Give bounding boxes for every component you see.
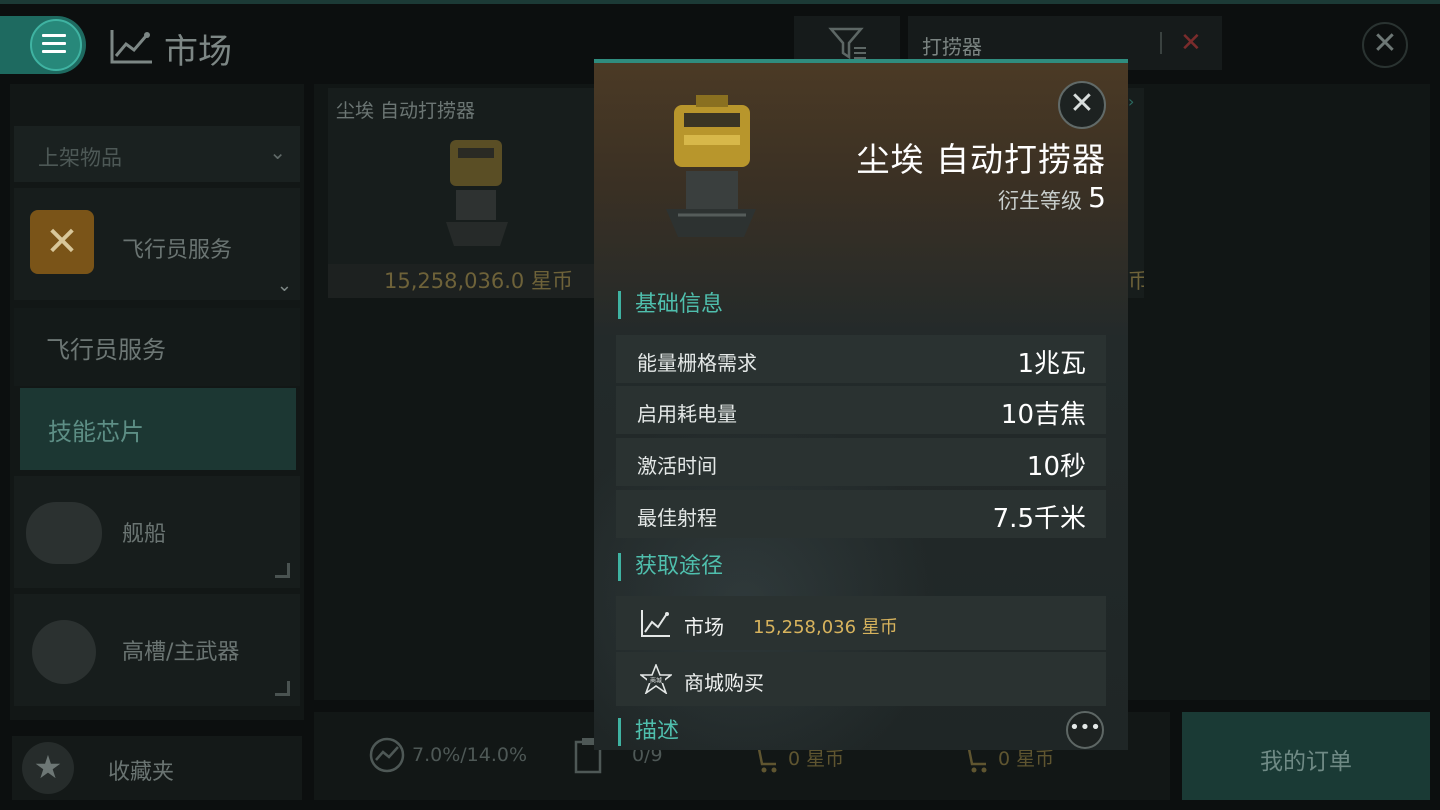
my-orders-button[interactable]: 我的订单 [1182,712,1430,800]
item-title: 尘埃 自动打捞器 [856,140,1106,179]
market-chart-icon [110,30,152,64]
chevron-down-icon: ⌄ [269,140,286,164]
attribute-value: 10吉焦 [1000,400,1086,430]
page-title: 市场 [164,32,232,72]
main-menu-button[interactable] [0,16,86,74]
top-accent-line [0,0,1440,4]
item-detail-popup: ✕ 尘埃 自动打捞器 衍生等级 5 基础信息 能量栅格需求 1兆瓦 启用耗电量 … [594,59,1128,750]
item-card-name: 尘埃 自动打捞器 [336,100,476,122]
category-sidebar: 上架物品 ⌄ ✕ 飞行员服务 ⌄ 飞行员服务 技能芯片 舰船 高槽/主武器 [10,84,304,720]
attribute-row: 能量栅格需求 1兆瓦 [616,335,1106,383]
subcategory-label: 技能芯片 [48,418,144,446]
subcategory-skill-chips[interactable]: 技能芯片 [20,388,296,470]
source-market[interactable]: 市场 15,258,036 星币 [616,596,1106,650]
attribute-row: 最佳射程 7.5千米 [616,490,1106,538]
weapon-icon [32,620,96,684]
hamburger-icon [42,34,66,58]
item-card[interactable]: 尘埃 自动打捞器 15,258,036.0 星币 [328,88,598,298]
favorites-label: 收藏夹 [108,760,175,785]
clear-search-icon[interactable]: ✕ [1180,28,1202,58]
category-ships[interactable]: 舰船 [14,476,300,588]
source-label: 商城购买 [684,671,764,695]
category-high-slot-weapons[interactable]: 高槽/主武器 [14,594,300,706]
subcategory-pilot-services[interactable]: 飞行员服务 [14,308,300,386]
more-options-button[interactable]: ••• [1066,711,1104,749]
section-description: 描述 [618,718,679,746]
attribute-value: 7.5千米 [992,504,1086,534]
source-shop[interactable]: 商城 商城购买 [616,652,1106,706]
search-input-value: 打捞器 [922,35,982,59]
attribute-row: 启用耗电量 10吉焦 [616,386,1106,434]
section-basic-info: 基础信息 [618,291,723,319]
pilot-services-icon: ✕ [30,210,94,274]
chevron-down-icon: ⌄ [276,275,292,296]
dropdown-selected-label: 上架物品 [38,146,122,170]
source-price: 15,258,036 星币 [753,617,898,638]
category-label: 舰船 [122,522,167,547]
close-market-button[interactable]: ✕ [1362,22,1408,68]
source-label: 市场 [684,615,724,639]
attribute-value: 1兆瓦 [1017,349,1086,379]
attribute-value: 10秒 [1026,452,1086,482]
item-card-partial[interactable]: › 币 [1128,88,1144,298]
salvager-module-icon [446,140,508,246]
star-icon: ★ [22,742,74,794]
chevron-right-icon: › [1128,92,1135,111]
attribute-row: 激活时间 10秒 [616,438,1106,486]
ship-icon [26,502,102,564]
tax-chart-icon [369,737,405,773]
my-orders-label: 我的订单 [1260,749,1352,775]
search-divider [1160,32,1162,54]
category-pilot-services[interactable]: ✕ 飞行员服务 ⌄ [14,188,300,300]
item-card-price: 15,258,036.0 星币 [328,264,598,298]
salvager-module-icon [666,95,756,237]
attribute-name: 能量栅格需求 [637,351,757,375]
listing-type-dropdown[interactable]: 上架物品 ⌄ [14,126,300,182]
category-label: 高槽/主武器 [122,640,240,665]
section-sources: 获取途径 [618,553,723,581]
tax-rate: 7.0%/14.0% [412,744,528,766]
item-card-price: 币 [1128,269,1144,293]
expand-corner-icon [275,681,290,696]
expand-corner-icon [275,563,290,578]
category-label: 飞行员服务 [122,238,233,263]
subcategory-label: 飞行员服务 [46,336,166,364]
shop-star-icon: 商城 [640,664,672,694]
filter-icon [828,27,866,60]
close-popup-button[interactable]: ✕ [1058,81,1106,129]
meta-level-label: 衍生等级 [998,189,1082,213]
svg-text:商城: 商城 [650,677,662,685]
market-chart-icon [641,610,670,637]
attribute-name: 激活时间 [637,454,717,478]
meta-level-value: 5 [1088,181,1106,214]
attribute-name: 启用耗电量 [637,402,737,426]
attribute-name: 最佳射程 [637,506,717,530]
favorites-button[interactable]: ★ 收藏夹 [12,736,302,800]
